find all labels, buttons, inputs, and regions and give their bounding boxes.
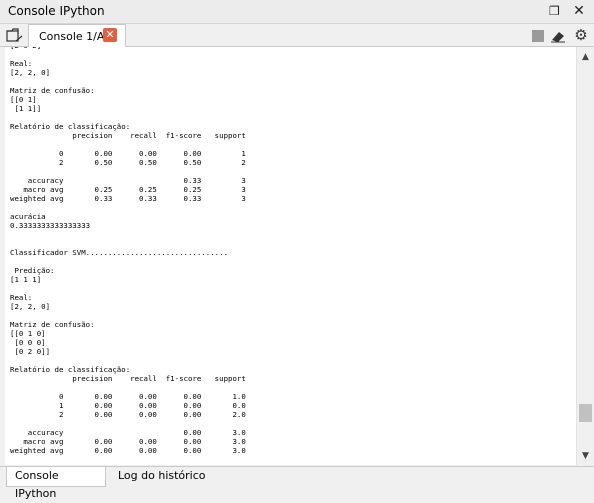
scrollbar-thumb[interactable] <box>579 404 592 422</box>
pane-title: Console IPython <box>8 4 105 18</box>
gear-icon[interactable]: ⚙ <box>573 27 589 43</box>
console-text: [2 0 2] Real: [2, 2, 0] Matriz de confus… <box>10 47 246 455</box>
console-tab-bar: Console 1/A ✕ ⚙ <box>0 24 594 47</box>
close-icon[interactable]: ✕ <box>572 3 586 19</box>
tab-console-ipython[interactable]: Console IPython <box>6 467 106 500</box>
undock-icon[interactable]: ❐ <box>549 5 563 18</box>
pane-title-bar: Console IPython ❐ ✕ <box>0 0 594 24</box>
tab-label: Console 1/A <box>39 30 105 43</box>
scroll-up-arrow-icon[interactable]: ▲ <box>577 49 594 65</box>
folder-browse-icon[interactable] <box>6 27 24 43</box>
scroll-down-arrow-icon[interactable]: ▼ <box>577 448 594 464</box>
eraser-icon[interactable] <box>550 29 566 43</box>
tab-close-icon[interactable]: ✕ <box>103 28 117 42</box>
stop-icon[interactable] <box>532 30 544 42</box>
tab-console-1a[interactable]: Console 1/A ✕ <box>28 24 126 47</box>
console-output-area[interactable]: [2 0 2] Real: [2, 2, 0] Matriz de confus… <box>5 47 576 465</box>
bottom-tab-bar: Console IPython Log do histórico <box>0 466 594 500</box>
vertical-scrollbar[interactable]: ▲ ▼ <box>576 47 594 465</box>
tab-history-log[interactable]: Log do histórico <box>110 467 214 487</box>
